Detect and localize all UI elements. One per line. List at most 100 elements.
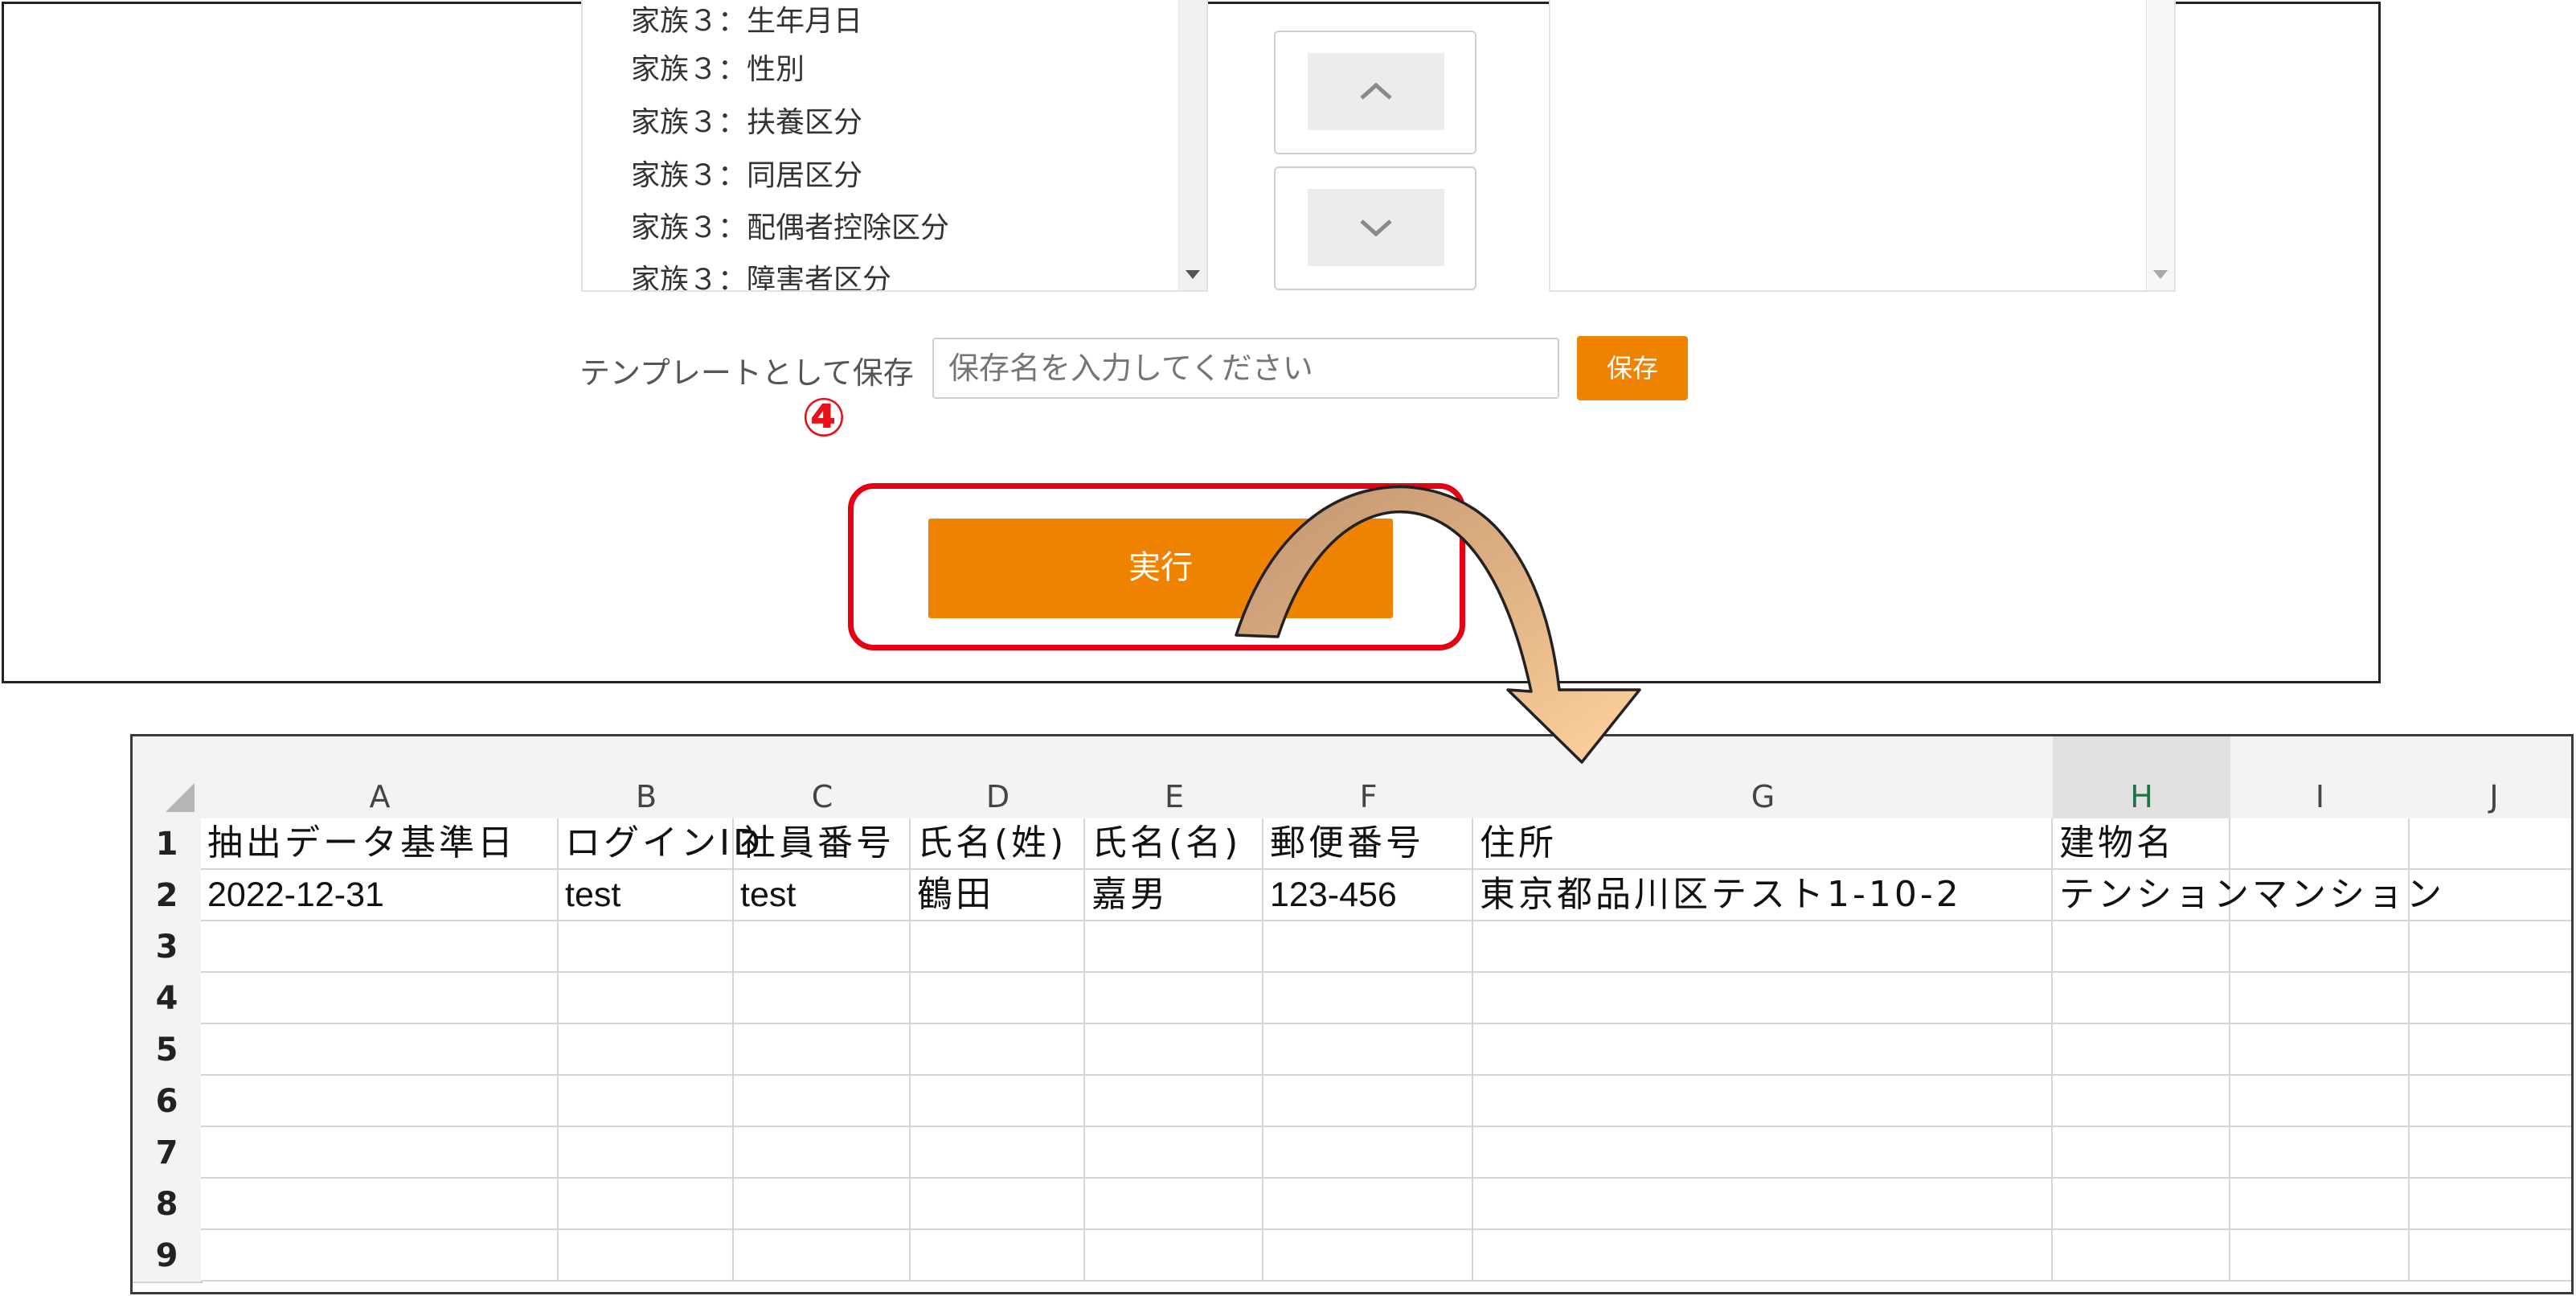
table-cell[interactable] — [2053, 1076, 2230, 1127]
table-cell[interactable] — [734, 921, 911, 973]
table-cell[interactable] — [734, 973, 911, 1024]
table-cell[interactable]: 嘉男 — [1085, 870, 1263, 921]
row-header-9[interactable]: 9 — [133, 1230, 203, 1283]
table-cell[interactable]: テンションマンション — [2053, 870, 2442, 921]
select-all-corner[interactable] — [133, 736, 203, 821]
table-cell[interactable] — [2410, 1230, 2571, 1282]
table-cell[interactable] — [1085, 1076, 1263, 1127]
table-cell[interactable]: 氏名(名) — [1085, 818, 1263, 870]
table-cell[interactable] — [911, 1230, 1085, 1282]
table-cell[interactable] — [1473, 1024, 2053, 1076]
table-cell[interactable] — [2230, 973, 2410, 1024]
table-cell[interactable] — [1263, 1179, 1473, 1230]
column-header-j[interactable]: J — [2410, 736, 2571, 821]
table-cell[interactable] — [1085, 1024, 1263, 1076]
table-cell[interactable] — [2053, 1230, 2230, 1282]
table-cell[interactable] — [2230, 921, 2410, 973]
row-header-1[interactable]: 1 — [133, 818, 203, 872]
table-cell[interactable] — [1085, 1179, 1263, 1230]
table-cell[interactable] — [1263, 1230, 1473, 1282]
table-cell[interactable] — [1263, 1024, 1473, 1076]
table-cell[interactable] — [1263, 1076, 1473, 1127]
scroll-down-arrow-icon[interactable] — [2153, 270, 2168, 279]
scroll-down-arrow-icon[interactable] — [1186, 270, 1200, 279]
table-cell[interactable] — [2410, 1024, 2571, 1076]
column-header-a[interactable]: A — [201, 736, 560, 821]
move-down-button[interactable] — [1274, 166, 1476, 290]
list-item[interactable]: 家族３：生年月日 — [631, 0, 862, 39]
table-cell[interactable] — [2230, 1127, 2410, 1179]
table-cell[interactable] — [201, 921, 559, 973]
table-cell[interactable] — [1473, 921, 2053, 973]
table-cell[interactable]: 郵便番号 — [1263, 818, 1473, 870]
table-cell[interactable] — [911, 973, 1085, 1024]
table-cell[interactable] — [1473, 1230, 2053, 1282]
table-cell[interactable] — [911, 1179, 1085, 1230]
table-cell[interactable] — [2053, 973, 2230, 1024]
row-header-4[interactable]: 4 — [133, 973, 203, 1026]
table-cell[interactable]: 鶴田 — [911, 870, 1085, 921]
table-cell[interactable] — [2230, 1179, 2410, 1230]
table-cell[interactable] — [559, 1076, 734, 1127]
list-item[interactable]: 家族３：配偶者控除区分 — [631, 204, 949, 246]
table-cell[interactable] — [734, 1179, 911, 1230]
table-cell[interactable]: 建物名 — [2053, 818, 2230, 870]
row-header-7[interactable]: 7 — [133, 1127, 203, 1180]
table-cell[interactable]: 2022-12-31 — [201, 870, 559, 921]
list-item[interactable]: 家族３：同居区分 — [631, 152, 862, 194]
table-cell[interactable] — [2410, 1179, 2571, 1230]
table-cell[interactable]: 東京都品川区テスト1-10-2 — [1473, 870, 2053, 921]
table-cell[interactable]: 住所 — [1473, 818, 2053, 870]
table-cell[interactable] — [1085, 921, 1263, 973]
list-item[interactable]: 家族３：障害者区分 — [631, 256, 891, 290]
table-cell[interactable] — [559, 1230, 734, 1282]
row-header-5[interactable]: 5 — [133, 1024, 203, 1077]
table-cell[interactable] — [201, 1076, 559, 1127]
list-item[interactable]: 家族３：扶養区分 — [631, 99, 862, 141]
row-header-3[interactable]: 3 — [133, 921, 203, 974]
move-up-button[interactable] — [1274, 31, 1476, 154]
selected-fields-listbox[interactable] — [1549, 0, 2176, 292]
table-cell[interactable]: 123-456 — [1263, 870, 1473, 921]
table-cell[interactable] — [911, 921, 1085, 973]
table-cell[interactable] — [1263, 1127, 1473, 1179]
table-cell[interactable] — [559, 973, 734, 1024]
table-cell[interactable]: 氏名(姓) — [911, 818, 1085, 870]
table-cell[interactable] — [911, 1127, 1085, 1179]
column-header-b[interactable]: B — [559, 736, 735, 821]
column-header-e[interactable]: E — [1085, 736, 1265, 821]
table-cell[interactable] — [1085, 1230, 1263, 1282]
table-cell[interactable] — [1085, 973, 1263, 1024]
table-cell[interactable] — [559, 1024, 734, 1076]
row-header-6[interactable]: 6 — [133, 1076, 203, 1129]
table-cell[interactable] — [2230, 1024, 2410, 1076]
listbox-scrollbar[interactable] — [1178, 0, 1206, 290]
template-name-input[interactable] — [932, 338, 1559, 399]
table-cell[interactable] — [734, 1127, 911, 1179]
table-cell[interactable] — [2410, 921, 2571, 973]
table-cell[interactable] — [1473, 973, 2053, 1024]
table-cell[interactable] — [734, 1076, 911, 1127]
table-cell[interactable] — [201, 1230, 559, 1282]
table-cell[interactable] — [2230, 1076, 2410, 1127]
table-cell[interactable] — [1473, 1179, 2053, 1230]
table-cell[interactable] — [2053, 1024, 2230, 1076]
column-header-i[interactable]: I — [2230, 736, 2411, 821]
table-cell[interactable] — [1085, 1127, 1263, 1179]
column-header-c[interactable]: C — [734, 736, 912, 821]
table-cell[interactable] — [2410, 1127, 2571, 1179]
table-cell[interactable] — [2410, 973, 2571, 1024]
table-cell[interactable] — [1473, 1127, 2053, 1179]
save-template-button[interactable]: 保存 — [1577, 336, 1688, 400]
table-cell[interactable] — [734, 1230, 911, 1282]
row-header-8[interactable]: 8 — [133, 1179, 203, 1232]
row-header-2[interactable]: 2 — [133, 870, 203, 923]
table-cell[interactable]: test — [559, 870, 734, 921]
execute-button[interactable]: 実行 — [928, 519, 1393, 618]
table-cell[interactable]: test — [734, 870, 911, 921]
table-cell[interactable] — [559, 921, 734, 973]
table-cell[interactable] — [734, 1024, 911, 1076]
table-cell[interactable] — [201, 1179, 559, 1230]
table-cell[interactable] — [201, 1024, 559, 1076]
table-cell[interactable] — [1263, 921, 1473, 973]
